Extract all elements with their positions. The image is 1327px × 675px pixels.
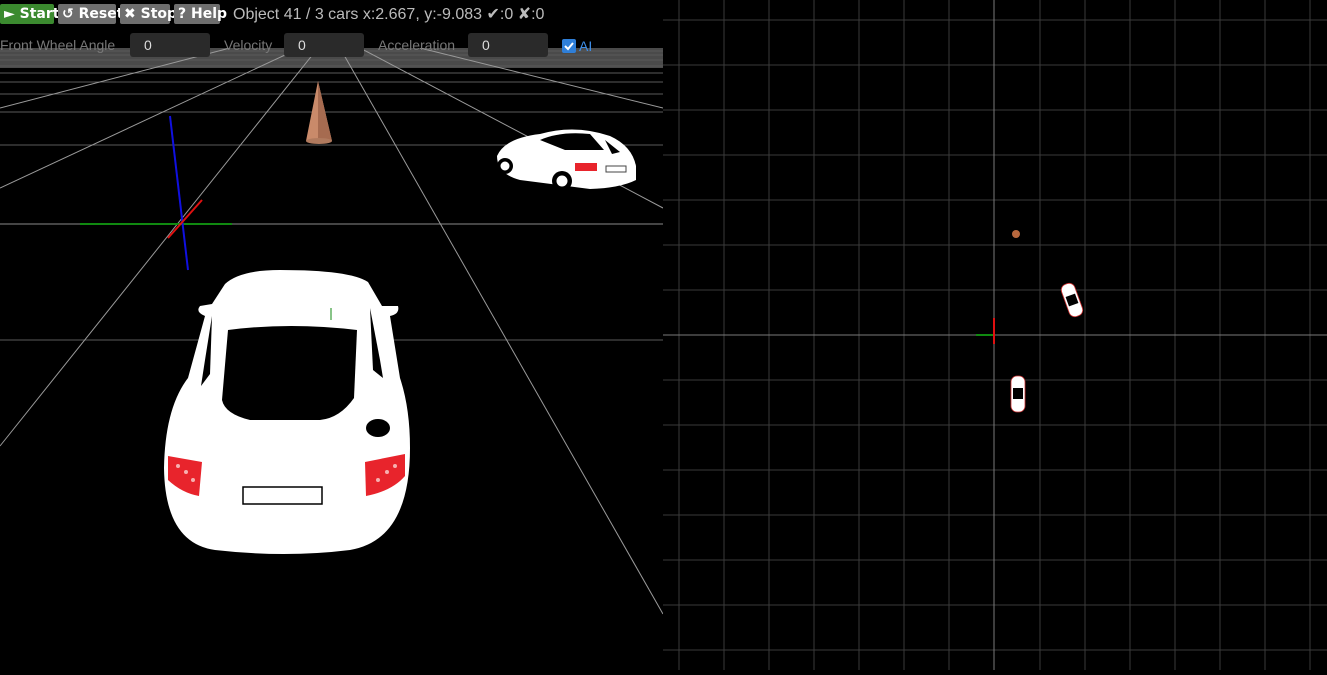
top-down-view[interactable] [663, 0, 1327, 670]
stop-button[interactable]: ✖ Stop [120, 4, 177, 24]
front-wheel-angle-label: Front Wheel Angle [0, 37, 116, 53]
reset-button[interactable]: ↺ Reset [58, 4, 123, 24]
controls-row: Front Wheel Angle Velocity Acceleration … [0, 33, 663, 59]
velocity-input[interactable] [284, 33, 364, 57]
start-button[interactable]: ► Start [0, 4, 59, 24]
3d-scene [0, 47, 664, 615]
help-button[interactable]: ? Help [174, 4, 227, 24]
toolbar: ► Start ↺ Reset ✖ Stop ? Help Object 41 … [0, 0, 663, 30]
car-marker-ego [1010, 375, 1026, 413]
origin-marker [976, 318, 995, 344]
top-down-scene [663, 0, 1327, 670]
axes-gizmo [80, 115, 232, 271]
car-marker-other [1060, 282, 1084, 318]
front-wheel-angle-input[interactable] [130, 33, 210, 57]
acceleration-label: Acceleration [378, 37, 456, 53]
status-text: Object 41 / 3 cars x:2.667, y:-9.083 ✔:0… [233, 6, 545, 23]
acceleration-input[interactable] [468, 33, 548, 57]
velocity-label: Velocity [224, 37, 273, 53]
checkmark-icon [564, 42, 574, 51]
distant-car [497, 129, 636, 191]
ai-checkbox[interactable] [562, 39, 576, 53]
ai-label[interactable]: AI [579, 38, 592, 54]
main-car [164, 270, 410, 554]
3d-view[interactable] [0, 47, 664, 670]
cone-marker [1012, 230, 1020, 238]
